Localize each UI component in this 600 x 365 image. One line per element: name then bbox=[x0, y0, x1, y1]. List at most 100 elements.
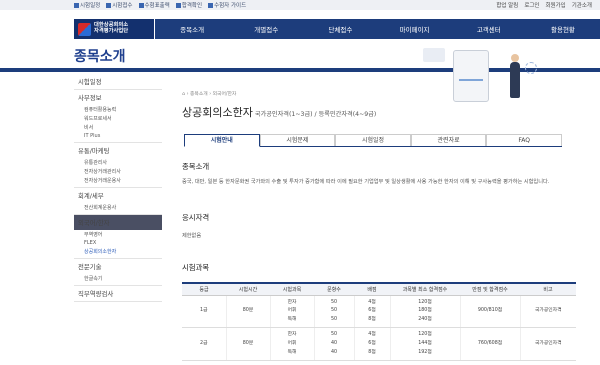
logo-line2: 자격평가사업단 bbox=[94, 28, 129, 34]
cell-subjects: 한자 어휘 독해 bbox=[269, 327, 314, 362]
cell-subjects: 한자 어휘 독해 bbox=[269, 295, 314, 329]
main-nav: 종목소개 개별접수 단체접수 마이페이지 고객센터 활용현황 bbox=[155, 19, 600, 39]
guide-icon bbox=[208, 2, 214, 8]
sidebar-subitem-active[interactable]: 상공회의소한자 bbox=[74, 247, 162, 256]
nav-item-individual[interactable]: 개별접수 bbox=[229, 24, 303, 34]
sidebar-item-technical[interactable]: 전문기술 bbox=[74, 259, 162, 274]
link-notice[interactable]: 합업 알림 bbox=[496, 1, 518, 9]
tab-exam-schedule[interactable]: 시험일정 bbox=[335, 134, 411, 146]
section-heading-intro: 종목소개 bbox=[182, 162, 210, 171]
cell-score: 900/810점 bbox=[459, 295, 520, 329]
sidebar-item-competency[interactable]: 직무역량검사 bbox=[74, 286, 162, 302]
table-header-row: 등급 시험시간 시험과목 문항수 배점 과목별 최소 합격점수 만점 및 합격점… bbox=[182, 283, 576, 296]
banner-title: 종목소개 bbox=[74, 49, 126, 65]
sidebar-group-office: 사무정보 컴퓨터활용능력 워드프로세서 비서 IT Plus bbox=[74, 90, 162, 143]
sidebar-subitem[interactable]: 유통관리사 bbox=[74, 158, 162, 167]
sidebar-subitem[interactable]: 한글속기 bbox=[74, 274, 162, 283]
logo-mark-icon bbox=[78, 22, 91, 36]
nav-item-usage[interactable]: 활용현황 bbox=[526, 24, 600, 34]
util-link-schedule[interactable]: 시험일정 bbox=[74, 1, 100, 9]
table-header: 시험시간 bbox=[226, 283, 270, 296]
decor-circle bbox=[525, 62, 537, 74]
check-icon bbox=[175, 2, 181, 8]
tab-exam-info[interactable]: 시험안내 bbox=[184, 134, 260, 147]
site-header: 대한상공회의소 자격평가사업단 종목소개 개별접수 단체접수 마이페이지 고객센… bbox=[0, 13, 600, 43]
cell-points: 4점 6점 8점 bbox=[353, 327, 390, 362]
nav-item-group[interactable]: 단체접수 bbox=[303, 24, 377, 34]
sidebar-subitem[interactable]: 비서 bbox=[74, 123, 162, 132]
cell-counts: 50 40 40 bbox=[313, 327, 354, 362]
cell-grade: 2급 bbox=[182, 327, 226, 362]
table-header: 배점 bbox=[354, 283, 390, 296]
content-tabs: 시험안내 시험문제 시험일정 관련자료 FAQ bbox=[184, 134, 562, 147]
sidebar-item-office[interactable]: 사무정보 bbox=[74, 90, 162, 105]
nav-item-mypage[interactable]: 마이페이지 bbox=[378, 24, 452, 34]
card-illustration bbox=[423, 48, 445, 62]
nav-item-support[interactable]: 고객센터 bbox=[452, 24, 526, 34]
tab-exam-questions[interactable]: 시험문제 bbox=[259, 134, 336, 146]
banner-illustration bbox=[415, 40, 555, 110]
sidebar-subitem[interactable]: 전자상거래관리사 bbox=[74, 167, 162, 176]
sidebar-subitem[interactable]: FLEX bbox=[74, 239, 162, 247]
calendar-icon bbox=[74, 2, 79, 8]
table-row: 1급 80분 한자 어휘 독해 50 50 50 4점 6점 8점 120점 180점 240점… bbox=[182, 295, 576, 329]
link-about[interactable]: 기관소개 bbox=[572, 1, 592, 9]
person-head-illustration bbox=[511, 54, 519, 62]
table-row: 2급 80분 한자 어휘 독해 50 40 40 4점 6점 8점 120점 144점 192점… bbox=[182, 327, 576, 362]
page-subtitle: 국가공인자격(1~3급) / 등록민간자격(4~9급) bbox=[254, 111, 377, 118]
sidebar-subitem[interactable]: IT Plus bbox=[74, 132, 162, 140]
cell-score: 760/608점 bbox=[459, 327, 520, 362]
cell-min-scores: 120점 144점 192점 bbox=[389, 327, 460, 362]
link-login[interactable]: 로그인 bbox=[524, 1, 539, 9]
print-icon bbox=[138, 2, 144, 8]
main-content: ⌂ › 종목소개 › 외국어/한자 상공회의소한자 국가공인자격(1~3급) / … bbox=[182, 90, 582, 362]
table-header: 만점 및 합격점수 bbox=[460, 283, 520, 296]
cell-grade: 1급 bbox=[182, 295, 226, 329]
sidebar-group-language: 외국어/한자 무역영어 FLEX 상공회의소한자 bbox=[74, 215, 162, 259]
table-header: 문항수 bbox=[314, 283, 354, 296]
util-link-register[interactable]: 시험접수 bbox=[106, 1, 133, 9]
site-logo[interactable]: 대한상공회의소 자격평가사업단 bbox=[74, 19, 154, 39]
sidebar-item-accounting[interactable]: 회계/세무 bbox=[74, 188, 162, 203]
section-text-eligibility: 제한없음 bbox=[182, 233, 202, 239]
account-links: 합업 알림 로그인 회원가입 기관소개 bbox=[496, 1, 592, 9]
sidebar-subitem[interactable]: 전산회계운용사 bbox=[74, 203, 162, 212]
sidebar-subitem[interactable]: 워드프로세서 bbox=[74, 114, 162, 123]
section-heading-subjects: 시험과목 bbox=[182, 263, 210, 272]
sidebar-group-distribution: 유통/마케팅 유통관리사 전자상거래관리사 전자상거래운용사 bbox=[74, 143, 162, 188]
table-header: 과목별 최소 합격점수 bbox=[390, 283, 460, 296]
register-icon bbox=[106, 2, 112, 8]
cell-time: 80분 bbox=[225, 295, 270, 329]
sidebar-item-distribution[interactable]: 유통/마케팅 bbox=[74, 143, 162, 158]
link-signup[interactable]: 회원가입 bbox=[546, 1, 566, 9]
cell-min-scores: 120점 180점 240점 bbox=[389, 295, 460, 329]
page-title-text: 상공회의소한자 bbox=[182, 106, 253, 119]
cell-note: 국가공인자격 bbox=[519, 327, 576, 362]
page-title: 상공회의소한자 국가공인자격(1~3급) / 등록민간자격(4~9급) bbox=[182, 104, 376, 120]
sidebar-item-schedule[interactable]: 시험일정 bbox=[74, 74, 162, 90]
table-header: 비고 bbox=[520, 283, 576, 296]
sidebar-subitem[interactable]: 전자상거래운용사 bbox=[74, 176, 162, 185]
util-link-guide[interactable]: 수험자 가이드 bbox=[208, 1, 246, 9]
tab-materials[interactable]: 관련자료 bbox=[410, 134, 487, 146]
subjects-table: 등급 시험시간 시험과목 문항수 배점 과목별 최소 합격점수 만점 및 합격점… bbox=[182, 282, 576, 362]
section-text-intro: 중국, 대만, 일본 등 한자문화권 국가와의 수출 및 투자가 증가함에 따라… bbox=[182, 179, 550, 185]
section-heading-eligibility: 응시자격 bbox=[182, 213, 210, 222]
utility-bar: 시험일정 시험접수 수험표출력 합격확인 수험자 가이드 합업 알림 로그인 회… bbox=[0, 0, 600, 10]
table-header: 등급 bbox=[182, 283, 226, 296]
utility-links: 시험일정 시험접수 수험표출력 합격확인 수험자 가이드 bbox=[74, 1, 246, 9]
sidebar-subitem[interactable]: 무역영어 bbox=[74, 230, 162, 239]
cell-note: 국가공인자격 bbox=[519, 295, 576, 329]
sidebar: 시험일정 사무정보 컴퓨터활용능력 워드프로세서 비서 IT Plus 유통/마… bbox=[74, 74, 162, 302]
nav-item-intro[interactable]: 종목소개 bbox=[155, 24, 229, 34]
util-link-result[interactable]: 합격확인 bbox=[175, 1, 202, 9]
cell-time: 80분 bbox=[225, 327, 270, 362]
tab-faq[interactable]: FAQ bbox=[486, 134, 562, 146]
sidebar-item-language[interactable]: 외국어/한자 bbox=[74, 215, 162, 230]
sidebar-group-accounting: 회계/세무 전산회계운용사 bbox=[74, 188, 162, 215]
cell-counts: 50 50 50 bbox=[313, 295, 354, 329]
sidebar-subitem[interactable]: 컴퓨터활용능력 bbox=[74, 105, 162, 114]
util-link-ticket[interactable]: 수험표출력 bbox=[138, 1, 170, 9]
table-header: 시험과목 bbox=[270, 283, 314, 296]
sidebar-group-technical: 전문기술 한글속기 bbox=[74, 259, 162, 286]
